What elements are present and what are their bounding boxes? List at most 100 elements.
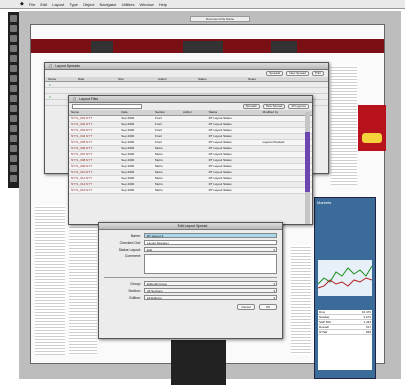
menu-file[interactable]: File: [29, 2, 35, 7]
layout-files-table: Name Date Section Author Status Modified…: [69, 110, 312, 194]
bezier-tool-icon[interactable]: [10, 155, 17, 162]
table-tool-icon[interactable]: [10, 105, 17, 112]
grabber-tool-icon[interactable]: [10, 175, 17, 182]
spreads-button[interactable]: Spreads: [266, 71, 284, 76]
unlink-tool-icon[interactable]: [10, 95, 17, 102]
group-select[interactable]: Editorial Group: [144, 281, 277, 286]
window-title: Layout Files: [79, 97, 99, 101]
shape-tool-icon[interactable]: [10, 135, 17, 142]
window-titlebar[interactable]: ▢ Layout Spreads: [45, 63, 328, 70]
menu-edit[interactable]: Edit: [40, 2, 47, 7]
menu-type[interactable]: Type: [69, 2, 78, 7]
bottom-photo: [171, 340, 226, 385]
section-select[interactable]: All Sections: [144, 288, 277, 293]
file-status: RT Layout Status: [206, 187, 261, 194]
dialog-title: Edit Layout Spread: [177, 224, 208, 228]
header-size[interactable]: Size: [115, 77, 155, 81]
document-title: Document File Name: [190, 16, 250, 22]
new-spread-button[interactable]: New Spread: [286, 71, 309, 76]
text-column: [291, 245, 311, 355]
vertical-scrollbar[interactable]: [305, 112, 310, 224]
table-row[interactable]: NYTL_013.NYT Sep 2000 Metro RT Layout Statu…: [69, 187, 312, 194]
car-image: [362, 133, 382, 143]
header-date[interactable]: Date: [75, 77, 115, 81]
close-box-icon[interactable]: ▢: [73, 96, 76, 102]
apple-icon[interactable]: ◆: [20, 1, 24, 7]
check-icon: ✔: [48, 94, 52, 99]
header-notes[interactable]: Notes: [245, 77, 285, 81]
masthead-photo: [91, 41, 113, 53]
ok-button[interactable]: OK: [259, 304, 277, 310]
dialog-buttons: Cancel OK: [104, 304, 277, 310]
pointer-tool-icon[interactable]: [10, 15, 17, 22]
menu-navigator[interactable]: Navigator: [99, 2, 116, 7]
dialog-body: Name: RT Layout 9 Checked Out: Layout De…: [99, 230, 282, 313]
zoom-tool-icon[interactable]: [10, 45, 17, 52]
picture-box-tool-icon[interactable]: [10, 65, 17, 72]
dialog-titlebar[interactable]: Edit Layout Spread: [99, 223, 282, 230]
status-select[interactable]: Edit: [144, 247, 277, 252]
tool-palette: [8, 12, 19, 188]
chart-line-green: [317, 265, 373, 285]
owner-label: Checked Out:: [119, 240, 141, 245]
header-author[interactable]: Author: [155, 77, 195, 81]
search-input[interactable]: [72, 104, 142, 109]
cancel-button[interactable]: Cancel: [237, 304, 255, 310]
text-column: [69, 225, 97, 355]
header-status[interactable]: Status: [195, 77, 245, 81]
menu-utilities[interactable]: Utilities: [122, 2, 135, 7]
market-chart: [317, 260, 373, 296]
new-spread-button[interactable]: New Spread: [262, 104, 286, 109]
all-layouts-button[interactable]: All Layouts: [288, 104, 309, 109]
file-section: Metro: [152, 187, 181, 194]
comment-label: Comment:: [124, 254, 141, 258]
check-icon: ✔: [48, 82, 52, 87]
window-toolbar: Spreads New Spread All Layouts: [69, 103, 312, 110]
link-tool-icon[interactable]: [10, 85, 17, 92]
pen-tool-icon[interactable]: [10, 115, 17, 122]
name-label: Name:: [130, 233, 141, 238]
sidebar-title: Markets: [317, 200, 332, 205]
file-name: NYTL_013.NYT: [69, 187, 120, 194]
rotate-tool-icon[interactable]: [10, 35, 17, 42]
name-field[interactable]: RT Layout 9: [144, 233, 277, 238]
edition-row: Edition: All Editions: [104, 295, 277, 300]
menu-bar: ◆ File Edit Layout Type Object Navigator…: [0, 0, 405, 9]
divider: [104, 277, 277, 278]
window-toolbar: Spreads New Spread Print: [45, 70, 328, 77]
text-column: [331, 65, 357, 185]
owner-field[interactable]: Layout Designer: [144, 240, 277, 245]
orthogonal-line-tool-icon[interactable]: [10, 145, 17, 152]
window-titlebar[interactable]: ▢ Layout Files: [69, 96, 312, 103]
close-box-icon[interactable]: ▢: [49, 63, 52, 69]
edit-layout-dialog: Edit Layout Spread Name: RT Layout 9 Che…: [98, 222, 283, 339]
layout-files-window: ▢ Layout Files Spreads New Spread All La…: [68, 95, 313, 225]
group-row: Group: Editorial Group: [104, 281, 277, 286]
masthead-photo: [183, 41, 223, 53]
menu-layout[interactable]: Layout: [52, 2, 64, 7]
menu-help[interactable]: Help: [159, 2, 167, 7]
car-advertisement: [358, 105, 386, 151]
edition-select[interactable]: All Editions: [144, 295, 277, 300]
menu-window[interactable]: Window: [139, 2, 153, 7]
scroll-thumb[interactable]: [305, 132, 310, 192]
content-tool-icon[interactable]: [10, 25, 17, 32]
menu-object[interactable]: Object: [83, 2, 95, 7]
print-button[interactable]: Print: [311, 71, 324, 76]
spreads-button[interactable]: Spreads: [242, 104, 260, 109]
text-box-tool-icon[interactable]: [10, 55, 17, 62]
masthead-photo: [271, 41, 297, 53]
file-author: [180, 187, 207, 194]
owner-row: Checked Out: Layout Designer: [104, 240, 277, 245]
freehand-tool-icon[interactable]: [10, 165, 17, 172]
section-label: Section:: [128, 288, 141, 293]
scissors-tool-icon[interactable]: [10, 125, 17, 132]
line-tool-icon[interactable]: [10, 75, 17, 82]
comment-textarea[interactable]: [144, 254, 277, 274]
group-label: Group:: [130, 281, 141, 286]
comment-row: Comment:: [104, 254, 277, 274]
section-row: Section: All Sections: [104, 288, 277, 293]
header-name[interactable]: Name: [45, 77, 75, 81]
window-title: Layout Spreads: [55, 64, 80, 68]
name-row: Name: RT Layout 9: [104, 233, 277, 238]
